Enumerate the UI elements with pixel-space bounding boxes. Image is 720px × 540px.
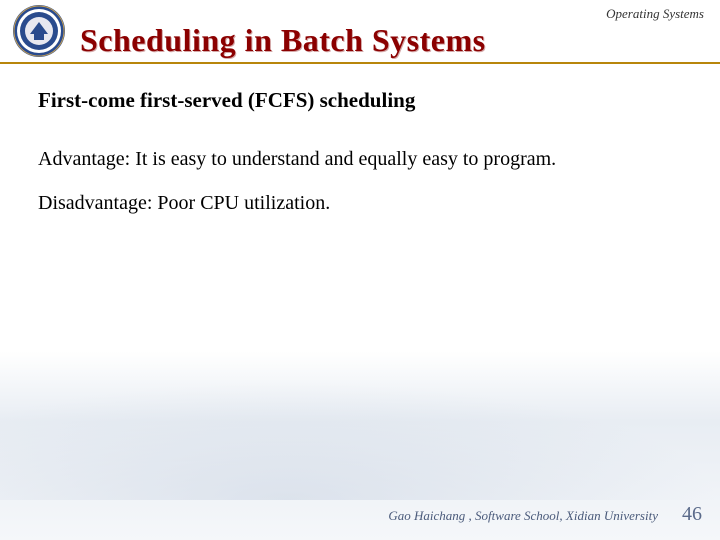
slide-header: Operating Systems Scheduling in Batch Sy… (0, 0, 720, 64)
advantage-text: Advantage: It is easy to understand and … (38, 143, 690, 175)
university-logo-icon (12, 4, 66, 58)
slide-footer: Gao Haichang , Software School, Xidian U… (388, 503, 702, 526)
section-subtitle: First-come first-served (FCFS) schedulin… (38, 88, 690, 113)
background-accent (0, 380, 720, 500)
page-number: 46 (682, 503, 702, 526)
slide-content: First-come first-served (FCFS) schedulin… (0, 64, 720, 219)
author-affiliation: Gao Haichang , Software School, Xidian U… (388, 508, 658, 524)
course-label: Operating Systems (606, 6, 704, 22)
disadvantage-text: Disadvantage: Poor CPU utilization. (38, 187, 690, 219)
